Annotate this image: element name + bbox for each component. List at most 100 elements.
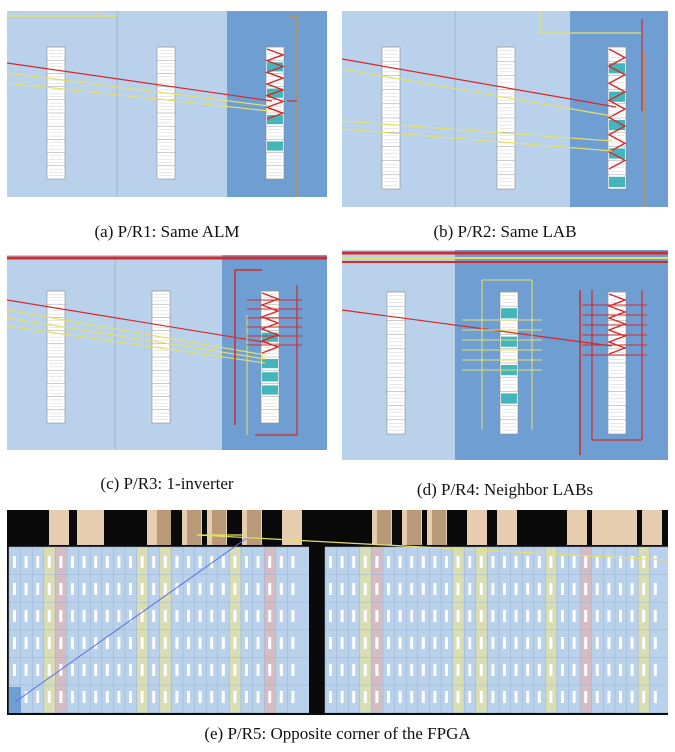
panel-a-image bbox=[7, 11, 327, 197]
lab-tile bbox=[630, 691, 634, 703]
lab-tile bbox=[456, 637, 460, 649]
lab-tile bbox=[456, 691, 460, 703]
lab-tile bbox=[421, 610, 425, 622]
lab-tile bbox=[456, 583, 460, 595]
lab-tile bbox=[36, 583, 40, 595]
lab-tile bbox=[607, 610, 611, 622]
lab-tile bbox=[256, 556, 260, 568]
lab-tile bbox=[468, 637, 472, 649]
lab-tile bbox=[653, 691, 657, 703]
lab-tile bbox=[387, 583, 390, 595]
lab-tile bbox=[47, 637, 51, 649]
lab-tile bbox=[233, 664, 237, 676]
lab-tile bbox=[584, 583, 588, 595]
lab-tile bbox=[13, 664, 16, 676]
lab-tile bbox=[561, 610, 564, 622]
panel-a-routing-view bbox=[7, 11, 327, 197]
lab-tile bbox=[36, 637, 40, 649]
lab-tile bbox=[352, 637, 356, 649]
lab-tile bbox=[445, 637, 448, 649]
lab-tile bbox=[619, 664, 622, 676]
io-block-used bbox=[157, 510, 171, 545]
lab-tile bbox=[291, 556, 295, 568]
lab-tile bbox=[187, 556, 190, 568]
lab-tile bbox=[245, 637, 248, 649]
placed-cell bbox=[501, 336, 517, 347]
lab-tile bbox=[584, 664, 588, 676]
lab-tile bbox=[421, 691, 425, 703]
lab-tile bbox=[129, 583, 132, 595]
lab-tile bbox=[526, 583, 530, 595]
lab-tile bbox=[59, 610, 63, 622]
placed-cell bbox=[267, 141, 283, 151]
lab-tile bbox=[433, 664, 437, 676]
lab-tile bbox=[268, 583, 272, 595]
lab-tile bbox=[279, 556, 283, 568]
lab-tile bbox=[47, 664, 51, 676]
lab-tile bbox=[375, 664, 379, 676]
io-block-used bbox=[247, 510, 261, 545]
lab-tile bbox=[175, 691, 179, 703]
panel-d-image bbox=[342, 250, 668, 460]
lab-tile bbox=[175, 637, 179, 649]
lab-tile bbox=[233, 610, 237, 622]
io-block bbox=[49, 510, 69, 545]
panel-b-image bbox=[342, 11, 668, 207]
lab-tile bbox=[94, 637, 98, 649]
lab-tile bbox=[352, 691, 356, 703]
lab-tile bbox=[410, 556, 414, 568]
lab-tile bbox=[433, 610, 437, 622]
lab-tile bbox=[410, 583, 414, 595]
lab-tile bbox=[595, 664, 599, 676]
lab-tile bbox=[561, 637, 564, 649]
lab-tile bbox=[279, 691, 283, 703]
lab-tile bbox=[94, 610, 98, 622]
lab-tile bbox=[653, 610, 657, 622]
source-tile bbox=[9, 687, 21, 713]
lab-tile bbox=[82, 556, 86, 568]
lab-tile bbox=[233, 556, 237, 568]
lab-tile bbox=[71, 664, 74, 676]
lab-tile bbox=[59, 691, 63, 703]
io-block bbox=[467, 510, 487, 545]
lab-tile bbox=[653, 556, 657, 568]
lab-tile bbox=[268, 691, 272, 703]
io-block-used bbox=[432, 510, 446, 545]
panel-c-routing-view bbox=[7, 255, 327, 450]
lab-tile bbox=[619, 691, 622, 703]
lab-tile bbox=[433, 556, 437, 568]
lab-tile bbox=[537, 583, 541, 595]
lab-tile bbox=[105, 610, 109, 622]
lab-tile bbox=[619, 583, 622, 595]
lab-tile bbox=[117, 691, 121, 703]
lab-tile bbox=[163, 556, 167, 568]
panel-c-image bbox=[7, 255, 327, 450]
lab-tile bbox=[584, 556, 588, 568]
lab-tile bbox=[491, 610, 495, 622]
lab-tile bbox=[94, 691, 98, 703]
lab-tile bbox=[59, 556, 63, 568]
lab-tile bbox=[268, 637, 272, 649]
caption-a: (a) P/R1: Same ALM bbox=[94, 222, 240, 241]
placed-cell bbox=[262, 359, 278, 369]
lab-tile bbox=[642, 610, 646, 622]
lab-tile bbox=[24, 664, 28, 676]
lab-tile bbox=[387, 691, 390, 703]
lab-tile bbox=[549, 664, 553, 676]
lab-tile bbox=[36, 610, 40, 622]
lab-tile bbox=[456, 664, 460, 676]
lab-tile bbox=[105, 637, 109, 649]
lab-tile bbox=[24, 610, 28, 622]
lab-tile bbox=[584, 691, 588, 703]
lab-tile bbox=[24, 556, 28, 568]
lab-tile bbox=[82, 583, 86, 595]
lab-tile bbox=[503, 637, 506, 649]
lab-tile bbox=[245, 583, 248, 595]
lab-tile bbox=[245, 556, 248, 568]
lab-tile bbox=[175, 610, 179, 622]
io-block bbox=[617, 510, 637, 545]
lab-tile bbox=[479, 556, 483, 568]
lab-tile bbox=[140, 637, 144, 649]
lab-tile bbox=[117, 610, 121, 622]
caption-d: (d) P/R4: Neighbor LABs bbox=[416, 480, 594, 499]
